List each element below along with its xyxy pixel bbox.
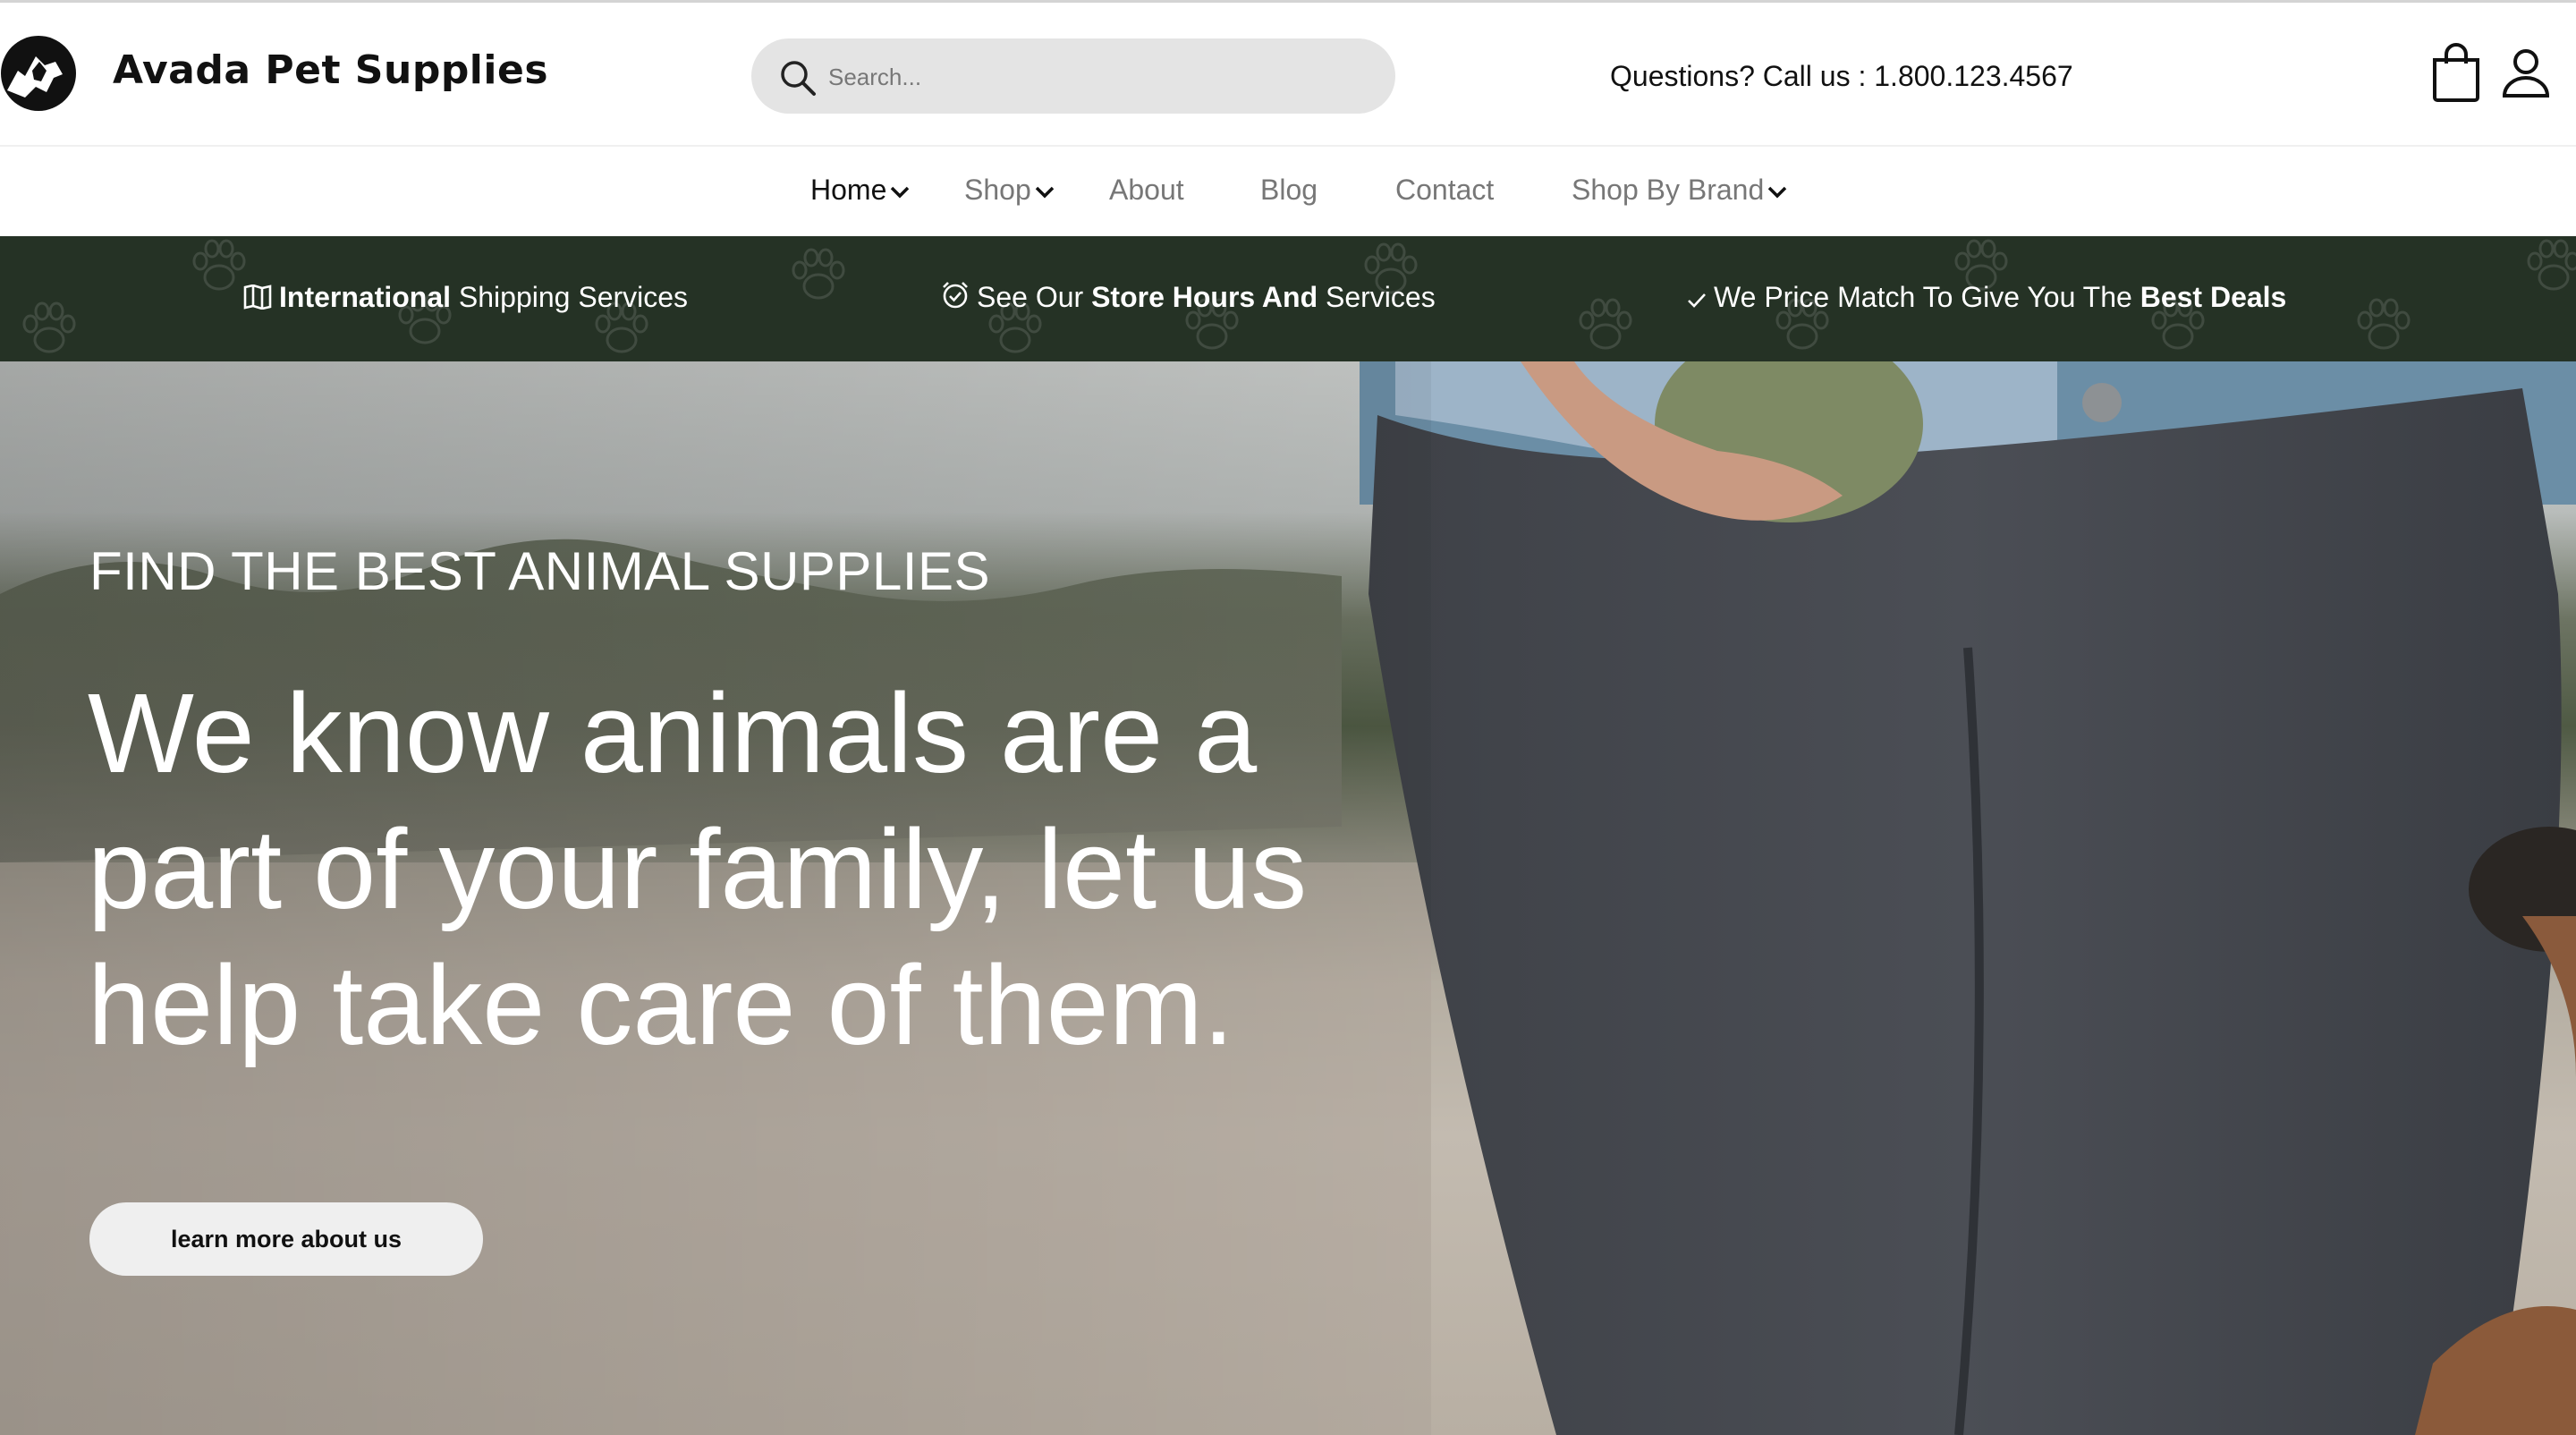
- info-2-pre: See Our: [977, 281, 1092, 313]
- info-3-bold: Best Deals: [2140, 281, 2287, 313]
- logo-pet-icon[interactable]: [0, 35, 77, 112]
- map-icon: [243, 284, 272, 310]
- nav-contact[interactable]: Contact: [1395, 174, 1494, 207]
- info-international-shipping[interactable]: International Shipping Services: [243, 281, 688, 314]
- paw-pattern-icon: [192, 239, 246, 291]
- info-3-pre: We Price Match To Give You The: [1714, 281, 2140, 313]
- info-2-bold: Store Hours And: [1091, 281, 1318, 313]
- brand-name[interactable]: Avada Pet Supplies: [113, 47, 548, 93]
- checkmark-icon: [1688, 293, 1706, 308]
- info-price-match[interactable]: We Price Match To Give You The Best Deal…: [1687, 281, 2286, 314]
- nav-shop-by-brand[interactable]: Shop By Brand: [1572, 174, 1787, 207]
- site-header: Avada Pet Supplies Search... Questions? …: [0, 3, 2576, 147]
- info-1-bold: International: [279, 281, 452, 313]
- search-icon[interactable]: [778, 58, 818, 98]
- hero-banner: FIND THE BEST ANIMAL SUPPLIES We know an…: [0, 361, 2576, 1435]
- nav-home-label[interactable]: Home: [810, 174, 886, 206]
- info-2-post: Services: [1318, 281, 1436, 313]
- info-1-text: Shipping Services: [451, 281, 689, 313]
- nav-about[interactable]: About: [1109, 174, 1184, 207]
- paw-pattern-icon: [2527, 239, 2576, 291]
- info-store-hours[interactable]: See Our Store Hours And Services: [941, 281, 1436, 314]
- search-input[interactable]: Search...: [828, 64, 921, 91]
- nav-shop-label[interactable]: Shop: [964, 174, 1031, 206]
- search-box[interactable]: Search...: [751, 38, 1395, 114]
- paw-pattern-icon: [2357, 298, 2411, 350]
- user-icon[interactable]: [2501, 46, 2551, 99]
- chevron-down-icon[interactable]: [890, 186, 910, 199]
- paw-pattern-icon: [1579, 298, 1632, 350]
- phone-contact: Questions? Call us : 1.800.123.4567: [1610, 60, 2073, 92]
- nav-shop-by-brand-label[interactable]: Shop By Brand: [1572, 174, 1764, 206]
- alarm-clock-icon: [943, 282, 968, 309]
- hero-headline: We know animals are a part of your famil…: [88, 670, 1308, 1068]
- shopping-bag-icon[interactable]: [2429, 42, 2483, 103]
- hero-eyebrow: FIND THE BEST ANIMAL SUPPLIES: [89, 541, 991, 601]
- learn-more-button[interactable]: learn more about us: [89, 1202, 483, 1276]
- nav-shop[interactable]: Shop: [964, 174, 1055, 207]
- paw-pattern-icon: [22, 301, 76, 353]
- paw-pattern-icon: [792, 248, 845, 300]
- main-navigation: Home Shop About Blog Contact Shop By Bra…: [0, 147, 2576, 236]
- chevron-down-icon[interactable]: [1767, 186, 1787, 199]
- chevron-down-icon[interactable]: [1035, 186, 1055, 199]
- nav-blog[interactable]: Blog: [1260, 174, 1318, 207]
- nav-home[interactable]: Home: [810, 174, 910, 207]
- info-bar: International Shipping Services See Our …: [0, 236, 2576, 361]
